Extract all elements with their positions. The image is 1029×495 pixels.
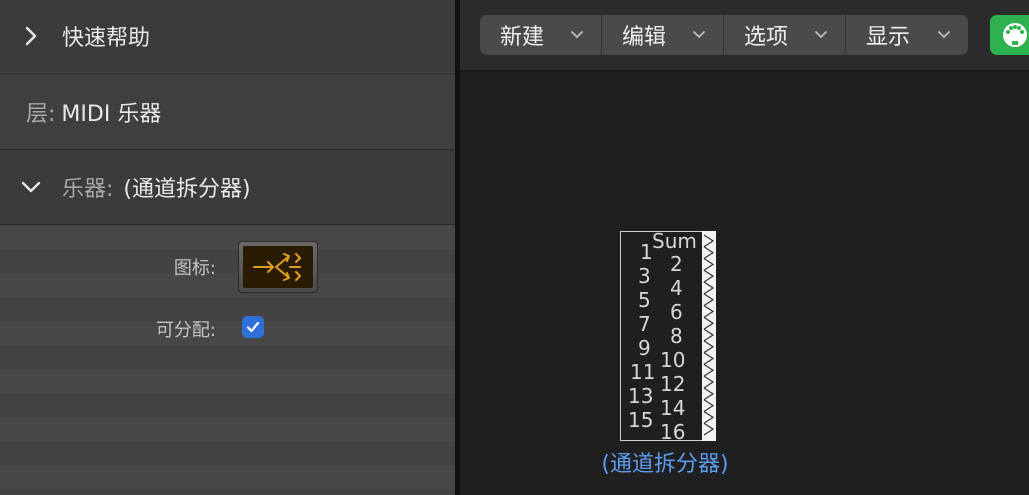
menu-edit-label: 编辑 [622, 25, 667, 50]
output-number: 10 [660, 348, 686, 372]
instrument-value: (通道拆分器) [123, 177, 251, 202]
menu-group: 新建 编辑 选项 显示 [480, 15, 968, 55]
menu-view[interactable]: 显示 [846, 15, 968, 55]
toolbar: 新建 编辑 选项 显示 [460, 0, 1029, 71]
quick-help-title: 快速帮助 [62, 26, 151, 51]
output-port-triangles[interactable] [702, 231, 716, 441]
menu-view-label: 显示 [866, 25, 911, 50]
output-port-icon[interactable] [703, 328, 715, 342]
environment-workspace[interactable]: 新建 编辑 选项 显示 [460, 0, 1029, 495]
menu-new-label: 新建 [500, 25, 545, 50]
output-number: 15 [628, 408, 654, 432]
output-number: 13 [628, 384, 654, 408]
midi-connect-button[interactable] [990, 15, 1029, 55]
output-number: 16 [660, 420, 686, 444]
assignable-label: 可分配: [155, 320, 216, 341]
output-port-icon[interactable] [703, 316, 715, 330]
output-port-icon[interactable] [703, 375, 715, 389]
output-port-icon[interactable] [703, 410, 715, 424]
icon-label: 图标: [173, 258, 216, 279]
instrument-header[interactable]: 乐器: (通道拆分器) [0, 149, 455, 226]
output-number: 11 [630, 360, 656, 384]
quick-help-header[interactable]: 快速帮助 [0, 0, 455, 72]
menu-edit[interactable]: 编辑 [602, 15, 724, 55]
output-port-icon[interactable] [703, 352, 715, 365]
properties-area [0, 225, 455, 495]
output-port-icon[interactable] [703, 340, 715, 354]
output-number: 9 [638, 336, 651, 360]
chevron-down-icon [693, 31, 705, 39]
output-port-icon[interactable] [703, 422, 715, 436]
output-number: 3 [638, 264, 651, 288]
output-number: 14 [660, 396, 686, 420]
chevron-down-icon[interactable] [20, 176, 42, 198]
chevron-down-icon [571, 31, 583, 39]
object-name-label[interactable]: (通道拆分器) [585, 446, 745, 478]
output-number: 5 [638, 288, 651, 312]
menu-options-label: 选项 [744, 25, 789, 50]
output-number: 12 [660, 372, 686, 396]
output-port-icon[interactable] [703, 258, 715, 271]
instrument-label: 乐器: [62, 177, 114, 202]
output-port-icon[interactable] [703, 269, 715, 283]
checkmark-icon [246, 321, 260, 333]
output-port-icon[interactable] [703, 387, 715, 401]
output-number: 6 [670, 300, 683, 324]
layer-value: MIDI 乐器 [61, 101, 162, 127]
output-port-icon[interactable] [703, 293, 715, 307]
icon-picker[interactable] [238, 241, 318, 293]
output-number: 1 [640, 240, 653, 264]
layer-row: 层: MIDI 乐器 [0, 73, 455, 149]
channel-splitter-icon [243, 246, 313, 288]
inspector-panel: 快速帮助 层: MIDI 乐器 乐器: (通道拆分器) 图标: 可分配: [0, 0, 455, 495]
sum-label: Sum [652, 229, 697, 253]
menu-options[interactable]: 选项 [724, 15, 846, 55]
chevron-down-icon [938, 31, 950, 39]
assignable-checkbox[interactable] [242, 316, 264, 338]
output-port-icon[interactable] [703, 234, 715, 248]
output-port-icon[interactable] [703, 399, 715, 412]
output-port-icon[interactable] [703, 281, 715, 295]
output-number: 7 [638, 312, 651, 336]
midi-port-icon [1003, 23, 1027, 47]
output-number: 2 [670, 252, 683, 276]
layer-label: 层: [26, 101, 56, 127]
output-port-icon[interactable] [703, 305, 715, 318]
output-ports[interactable] [702, 231, 716, 441]
output-port-icon[interactable] [703, 246, 715, 260]
output-number: 8 [670, 324, 683, 348]
chevron-down-icon [815, 31, 827, 39]
chevron-right-icon[interactable] [20, 25, 42, 47]
output-number: 4 [670, 276, 683, 300]
output-port-icon[interactable] [703, 363, 715, 377]
menu-new[interactable]: 新建 [480, 15, 602, 55]
